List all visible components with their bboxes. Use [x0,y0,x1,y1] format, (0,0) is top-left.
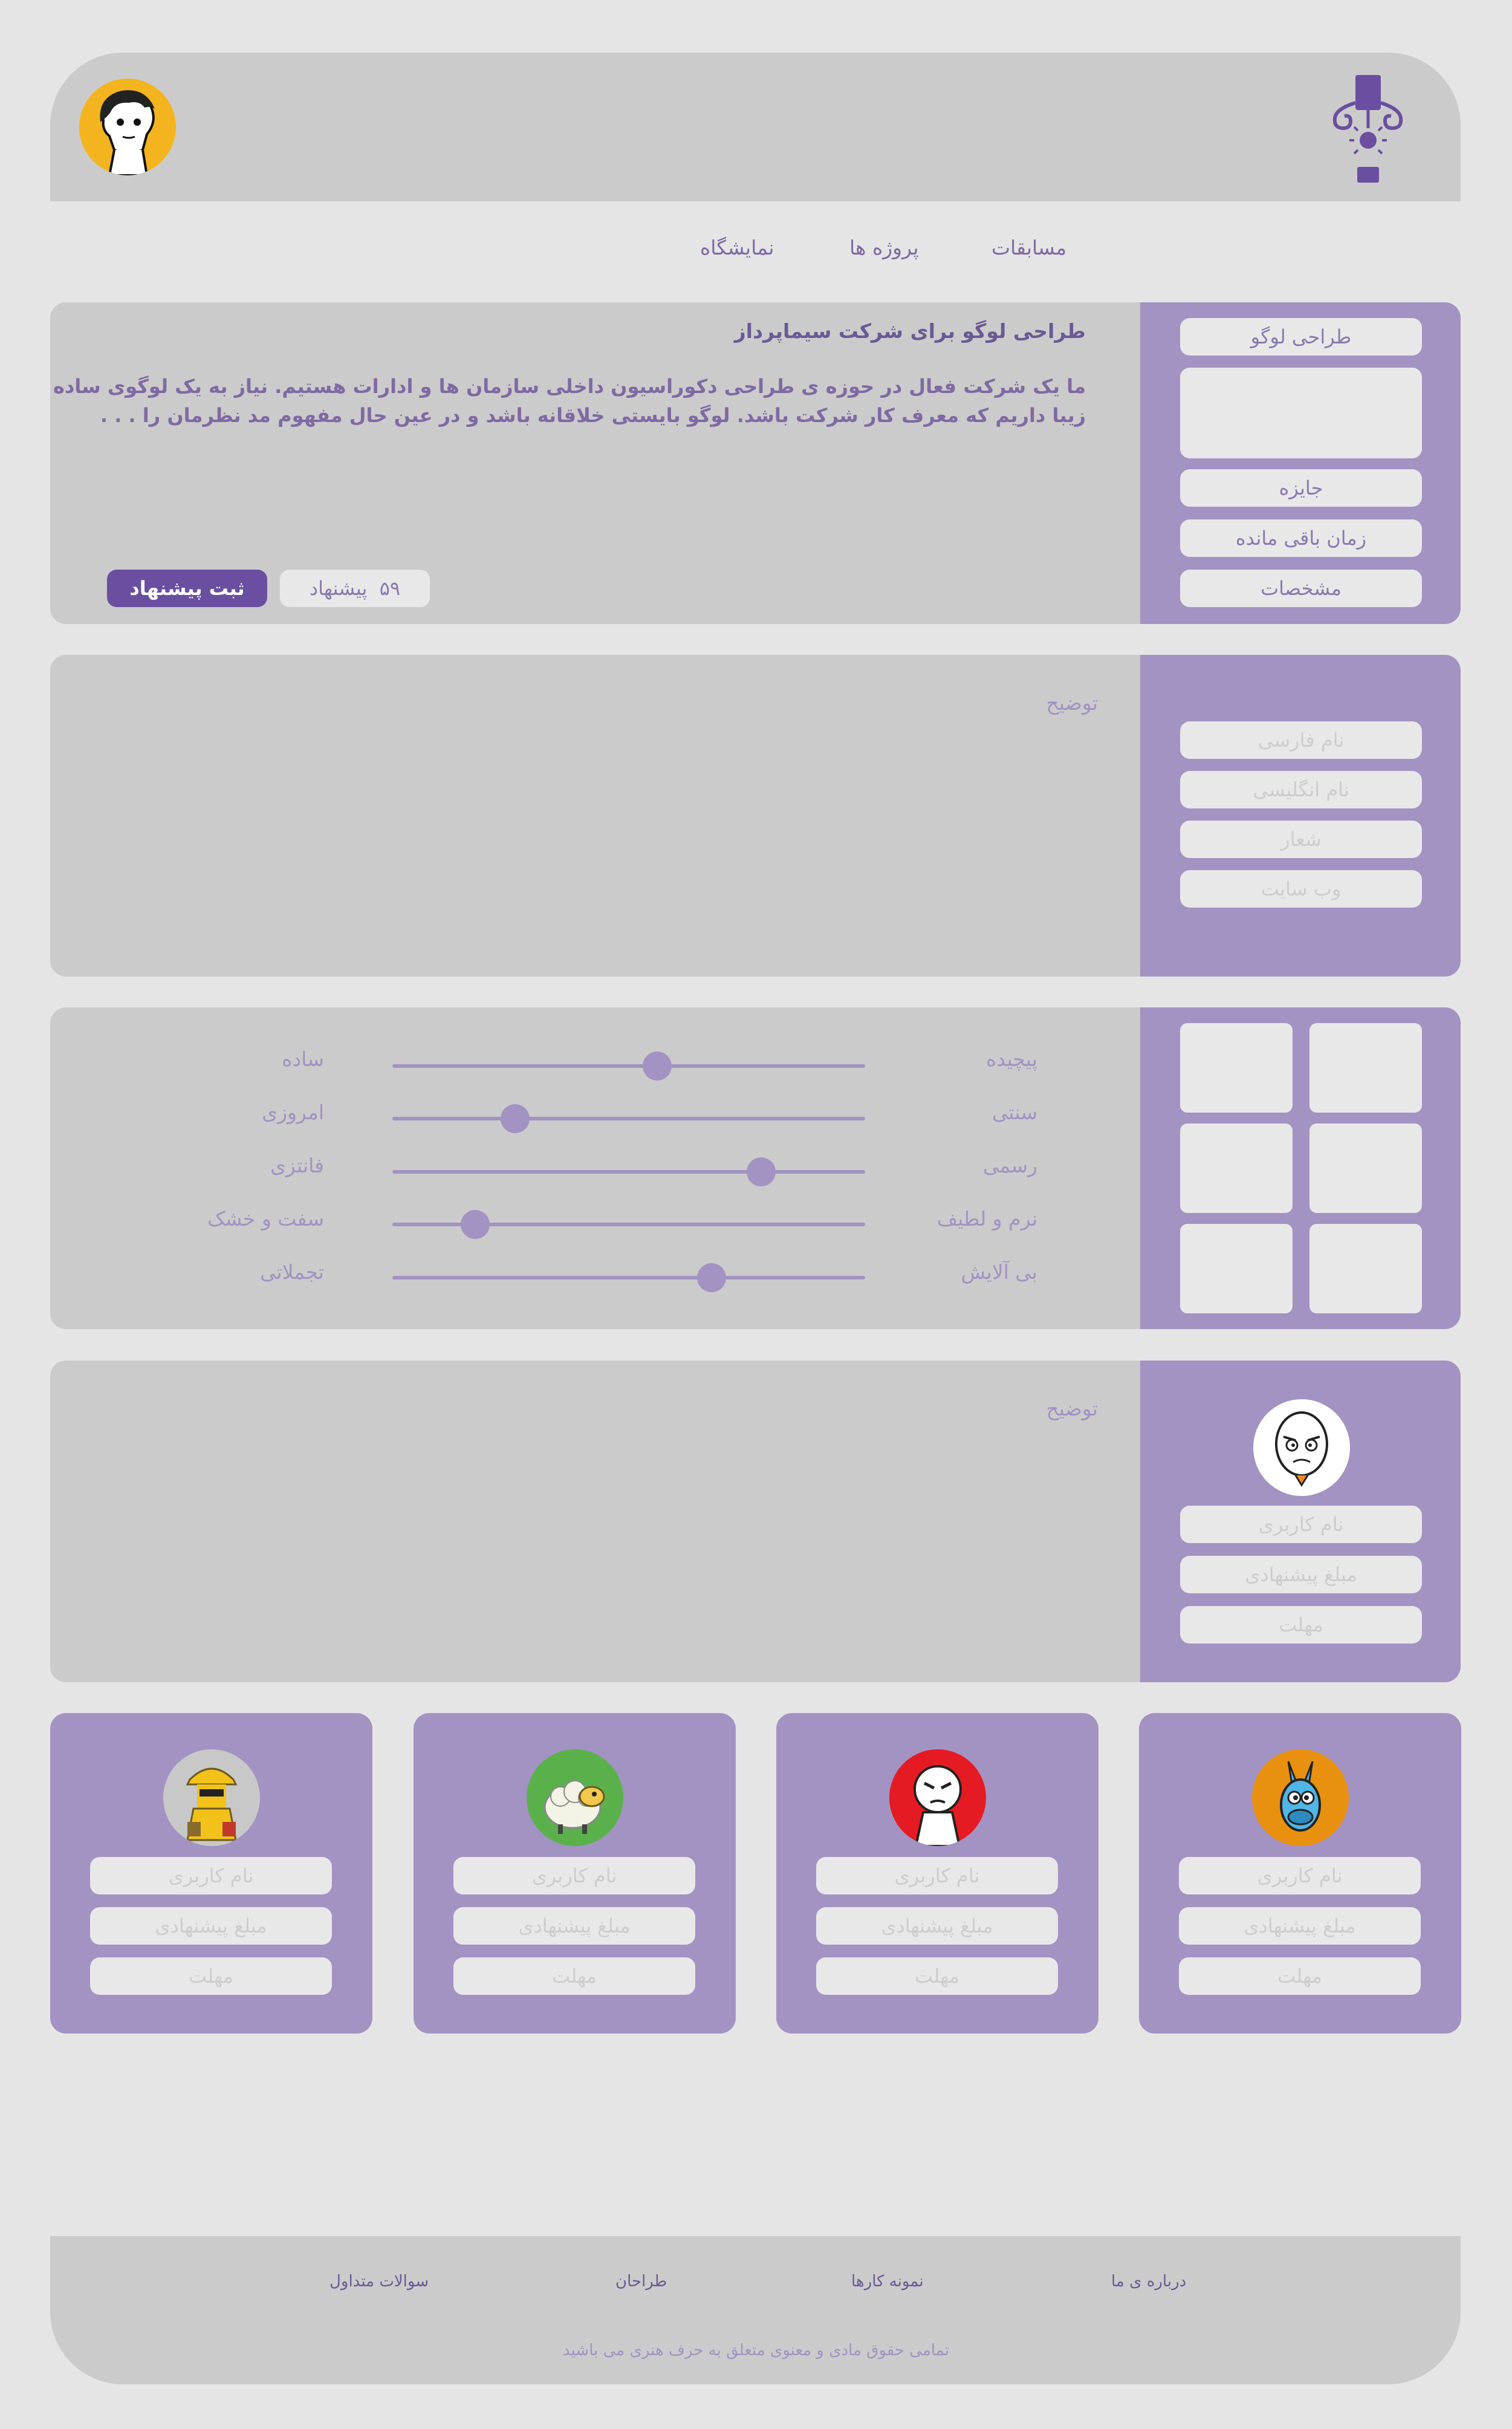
slider-left-label: امروزی [262,1101,324,1124]
project-title[interactable]: طراحی لوگو برای شرکت سیماپرداز [735,319,1086,343]
slider-right-label: نرم و لطیف [937,1207,1037,1231]
username-field: نام کاربری [1179,1857,1421,1894]
nav-gallery[interactable]: نمایشگاه [700,236,774,259]
slider-left-label: سفت و خشک [207,1207,324,1231]
time-left-pill: زمان باقی مانده [1180,519,1422,557]
bid-amount-field: مبلغ پیشنهادی [453,1907,695,1945]
bid-amount-field: مبلغ پیشنهادی [1180,1556,1422,1593]
specs-pill[interactable]: مشخصات [1180,570,1422,607]
deadline-field: مهلت [1180,1606,1422,1644]
featured-bid-card: نام کاربری مبلغ پیشنهادی مهلت توضیح [50,1361,1461,1682]
bid-card[interactable]: نام کاربری مبلغ پیشنهادی مهلت [414,1713,736,2034]
footer-designers-link[interactable]: طراحان [615,2272,667,2291]
slider-left-label: ساده [282,1047,324,1071]
deadline-field: مهلت [1179,1957,1421,1995]
deadline-field: مهلت [816,1957,1058,1995]
color-swatch[interactable] [1309,1023,1422,1113]
slider-right-label: پیچیده [985,1047,1037,1071]
slider-track[interactable] [392,1117,865,1120]
slider-left-label: فانتزی [270,1154,324,1177]
meme-face-avatar-icon[interactable] [1253,1399,1350,1496]
bid-amount-field: مبلغ پیشنهادی [816,1907,1058,1945]
project-thumbnail [1180,368,1422,458]
persian-name-field[interactable]: نام فارسی [1180,721,1422,759]
username-field: نام کاربری [816,1857,1058,1894]
project-description-line2: زیبا داریم که معرف کار شرکت باشد. لوگو ب… [100,404,1086,427]
deadline-field: مهلت [90,1957,332,1995]
slider-track[interactable] [392,1170,865,1174]
slider-right-label: سنتی [991,1101,1037,1124]
footer-faq-link[interactable]: سوالات متداول [329,2272,429,2291]
copyright-text: تمامی حقوق مادی و معنوی متعلق به حرف هنر… [562,2341,950,2359]
brand-logo-icon[interactable] [1324,73,1412,187]
builder-avatar-icon[interactable] [163,1749,260,1846]
proposals-count-badge: ۵۹ پیشنهاد [280,570,430,607]
slider-left-label: تجملاتی [260,1260,324,1284]
slider-knob[interactable] [746,1157,776,1186]
username-field: نام کاربری [90,1857,332,1894]
site-header [50,53,1461,201]
brand-info-sidebar: نام فارسی نام انگلیسی شعار وب سایت [1140,655,1461,977]
bid-amount-field: مبلغ پیشنهادی [1179,1907,1421,1945]
footer-samples-link[interactable]: نمونه کارها [851,2272,924,2291]
slider-knob[interactable] [696,1263,726,1292]
bid-card[interactable]: نام کاربری مبلغ پیشنهادی مهلت [1139,1713,1461,2034]
slider-knob[interactable] [501,1104,530,1133]
style-preferences-card: پیچیده ساده سنتی امروزی رسمی فانتزی نرم … [50,1007,1461,1329]
username-field: نام کاربری [1180,1506,1422,1543]
nav-competitions[interactable]: مسابقات [991,236,1066,259]
color-swatch[interactable] [1180,1224,1293,1313]
proposals-count: ۵۹ [379,577,401,600]
prize-pill: جایزه [1180,469,1422,507]
user-avatar-icon[interactable] [79,79,176,175]
slider-track[interactable] [392,1064,865,1068]
bid-card[interactable]: نام کاربری مبلغ پیشنهادی مهلت [50,1713,372,2034]
english-name-field[interactable]: نام انگلیسی [1180,771,1422,808]
angry-face-avatar-icon[interactable] [889,1749,986,1846]
site-footer [50,2236,1461,2384]
deadline-field: مهلت [453,1957,695,1995]
slider-knob[interactable] [642,1052,672,1081]
footer-about-link[interactable]: درباره ی ما [1111,2272,1186,2291]
color-swatch[interactable] [1180,1123,1293,1213]
sheep-avatar-icon[interactable] [527,1749,623,1846]
proposals-label: پیشنهاد [309,577,368,600]
slider-knob[interactable] [460,1210,490,1239]
category-pill: طراحی لوگو [1180,318,1422,356]
submit-proposal-button[interactable]: ثبت پیشنهاد [107,570,267,607]
project-description-line1: ما یک شرکت فعال در حوزه ی طراحی دکوراسیو… [50,375,1086,398]
color-swatch[interactable] [1309,1224,1422,1313]
project-card: طراحی لوگو جایزه زمان باقی مانده مشخصات … [50,302,1461,624]
donkey-avatar-icon[interactable] [1252,1749,1349,1846]
bid-card[interactable]: نام کاربری مبلغ پیشنهادی مهلت [776,1713,1098,2034]
username-field: نام کاربری [453,1857,695,1894]
brand-description-label: توضیح [1046,691,1098,715]
slider-right-label: بی آلایش [961,1260,1037,1284]
nav-projects[interactable]: پروژه ها [849,236,919,259]
color-swatch[interactable] [1309,1123,1422,1213]
project-sidebar: طراحی لوگو جایزه زمان باقی مانده مشخصات [1140,302,1461,624]
featured-bid-sidebar: نام کاربری مبلغ پیشنهادی مهلت [1140,1361,1461,1682]
color-swatch-panel [1140,1007,1461,1329]
bid-description-label: توضیح [1046,1397,1098,1420]
bid-amount-field: مبلغ پیشنهادی [90,1907,332,1945]
slider-track[interactable] [392,1276,865,1280]
color-swatch[interactable] [1180,1023,1293,1113]
slider-right-label: رسمی [982,1154,1037,1177]
slogan-field[interactable]: شعار [1180,821,1422,858]
website-field[interactable]: وب سایت [1180,870,1422,908]
brand-info-card: نام فارسی نام انگلیسی شعار وب سایت توضیح [50,655,1461,977]
